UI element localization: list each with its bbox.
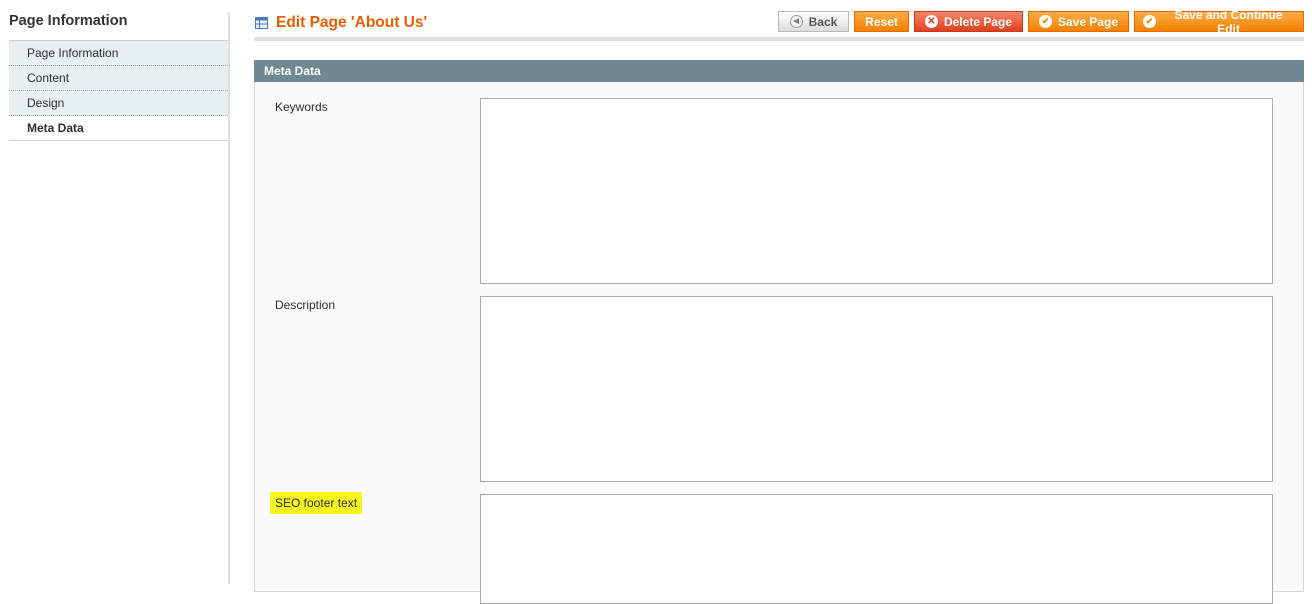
seo-footer-text-label: SEO footer text: [270, 492, 363, 514]
tab-content[interactable]: Content: [9, 66, 228, 91]
description-textarea[interactable]: [480, 296, 1273, 482]
back-arrow-icon: ◀: [789, 15, 803, 28]
save-and-continue-button-label: Save and Continue Edit: [1174, 7, 1283, 36]
tab-page-information[interactable]: Page Information: [9, 41, 228, 66]
tab-meta-data[interactable]: Meta Data: [9, 116, 228, 141]
delete-page-button[interactable]: ✕ Delete Page: [914, 11, 1023, 32]
save-and-continue-button[interactable]: ✔ Save and Continue Edit: [1134, 8, 1304, 36]
tab-design[interactable]: Design: [9, 91, 228, 116]
checkmark-icon: ✔: [1143, 15, 1156, 28]
keywords-label: Keywords: [275, 100, 328, 114]
delete-circle-icon: ✕: [924, 15, 938, 28]
back-button-label: Back: [808, 14, 838, 29]
sidebar-title: Page Information: [9, 13, 128, 29]
reset-button[interactable]: Reset: [854, 11, 909, 32]
fieldset-header: Meta Data: [254, 60, 1304, 82]
header-divider: [254, 37, 1304, 41]
seo-footer-text-textarea[interactable]: [480, 494, 1273, 604]
save-page-button-label: Save Page: [1057, 14, 1119, 29]
save-page-button[interactable]: ✔ Save Page: [1028, 11, 1129, 32]
reset-button-label: Reset: [865, 14, 898, 29]
sidebar-divider: [228, 12, 230, 584]
sidebar-tabs: Page Information Content Design Meta Dat…: [9, 40, 228, 141]
description-label: Description: [275, 298, 336, 312]
page-grid-icon: [255, 17, 268, 29]
delete-page-button-label: Delete Page: [943, 14, 1013, 29]
back-button[interactable]: ◀ Back: [778, 11, 849, 32]
keywords-textarea[interactable]: [480, 98, 1273, 284]
sidebar: Page Information Page Information Conten…: [9, 0, 229, 584]
page-title: Edit Page 'About Us': [276, 14, 428, 31]
checkmark-icon: ✔: [1038, 15, 1052, 28]
